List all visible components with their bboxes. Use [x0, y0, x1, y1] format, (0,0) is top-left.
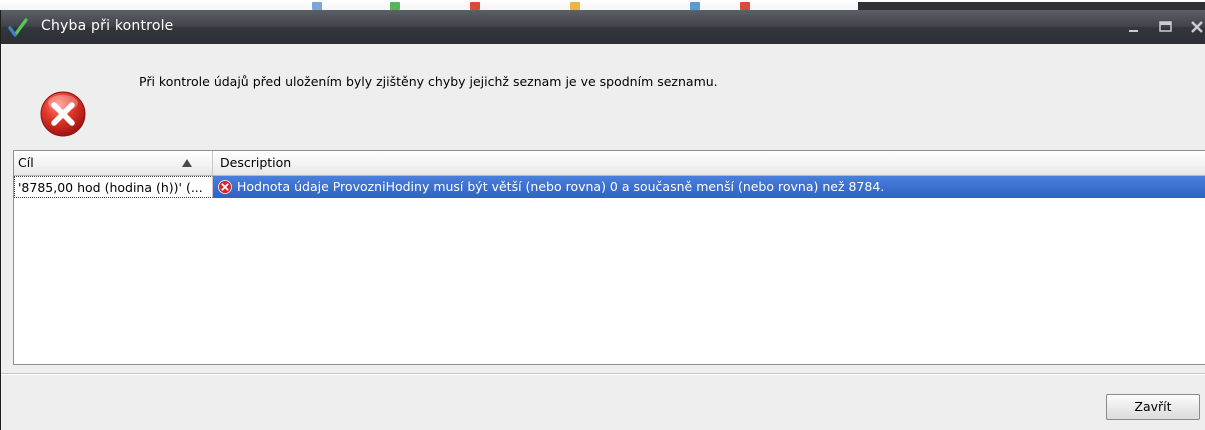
taskbar-glyph	[390, 2, 400, 10]
close-icon[interactable]	[1187, 17, 1205, 37]
column-header-description[interactable]: Description	[213, 151, 1205, 175]
error-message: Při kontrole údajů před uložením byly zj…	[139, 74, 718, 89]
error-grid[interactable]: Cíl Description '8785,00 hod (hodina (h)…	[13, 150, 1205, 365]
error-icon	[40, 91, 86, 137]
checkmark-icon	[8, 18, 28, 37]
footer-separator	[1, 373, 1205, 375]
sort-ascending-icon	[182, 159, 192, 167]
close-button[interactable]: Zavřít	[1106, 394, 1200, 420]
cell-description-text: Hodnota údaje ProvozniHodiny musí být vě…	[237, 179, 885, 194]
minimize-icon[interactable]	[1124, 17, 1144, 37]
column-header-description-label: Description	[220, 155, 292, 170]
title-bar[interactable]: Chyba při kontrole	[1, 10, 1205, 44]
cell-target[interactable]: '8785,00 hod (hodina (h))' (...	[14, 176, 213, 198]
maximize-icon[interactable]	[1156, 17, 1176, 37]
table-row[interactable]: '8785,00 hod (hodina (h))' (... Hodnota …	[14, 176, 1205, 198]
taskbar-glyph	[570, 2, 580, 10]
column-header-target-label: Cíl	[18, 155, 34, 170]
error-small-icon	[218, 180, 232, 194]
taskbar-glyph	[312, 2, 322, 10]
taskbar-glyph	[470, 2, 480, 10]
cell-description[interactable]: Hodnota údaje ProvozniHodiny musí být vě…	[213, 176, 1205, 198]
column-header-target[interactable]: Cíl	[14, 151, 213, 175]
error-dialog: Chyba při kontrole Při kontrole údajů př…	[0, 10, 1205, 430]
window-title: Chyba při kontrole	[41, 18, 174, 34]
taskbar-glyph	[740, 2, 750, 10]
grid-header: Cíl Description	[14, 151, 1205, 176]
taskbar-glyph	[690, 2, 700, 10]
